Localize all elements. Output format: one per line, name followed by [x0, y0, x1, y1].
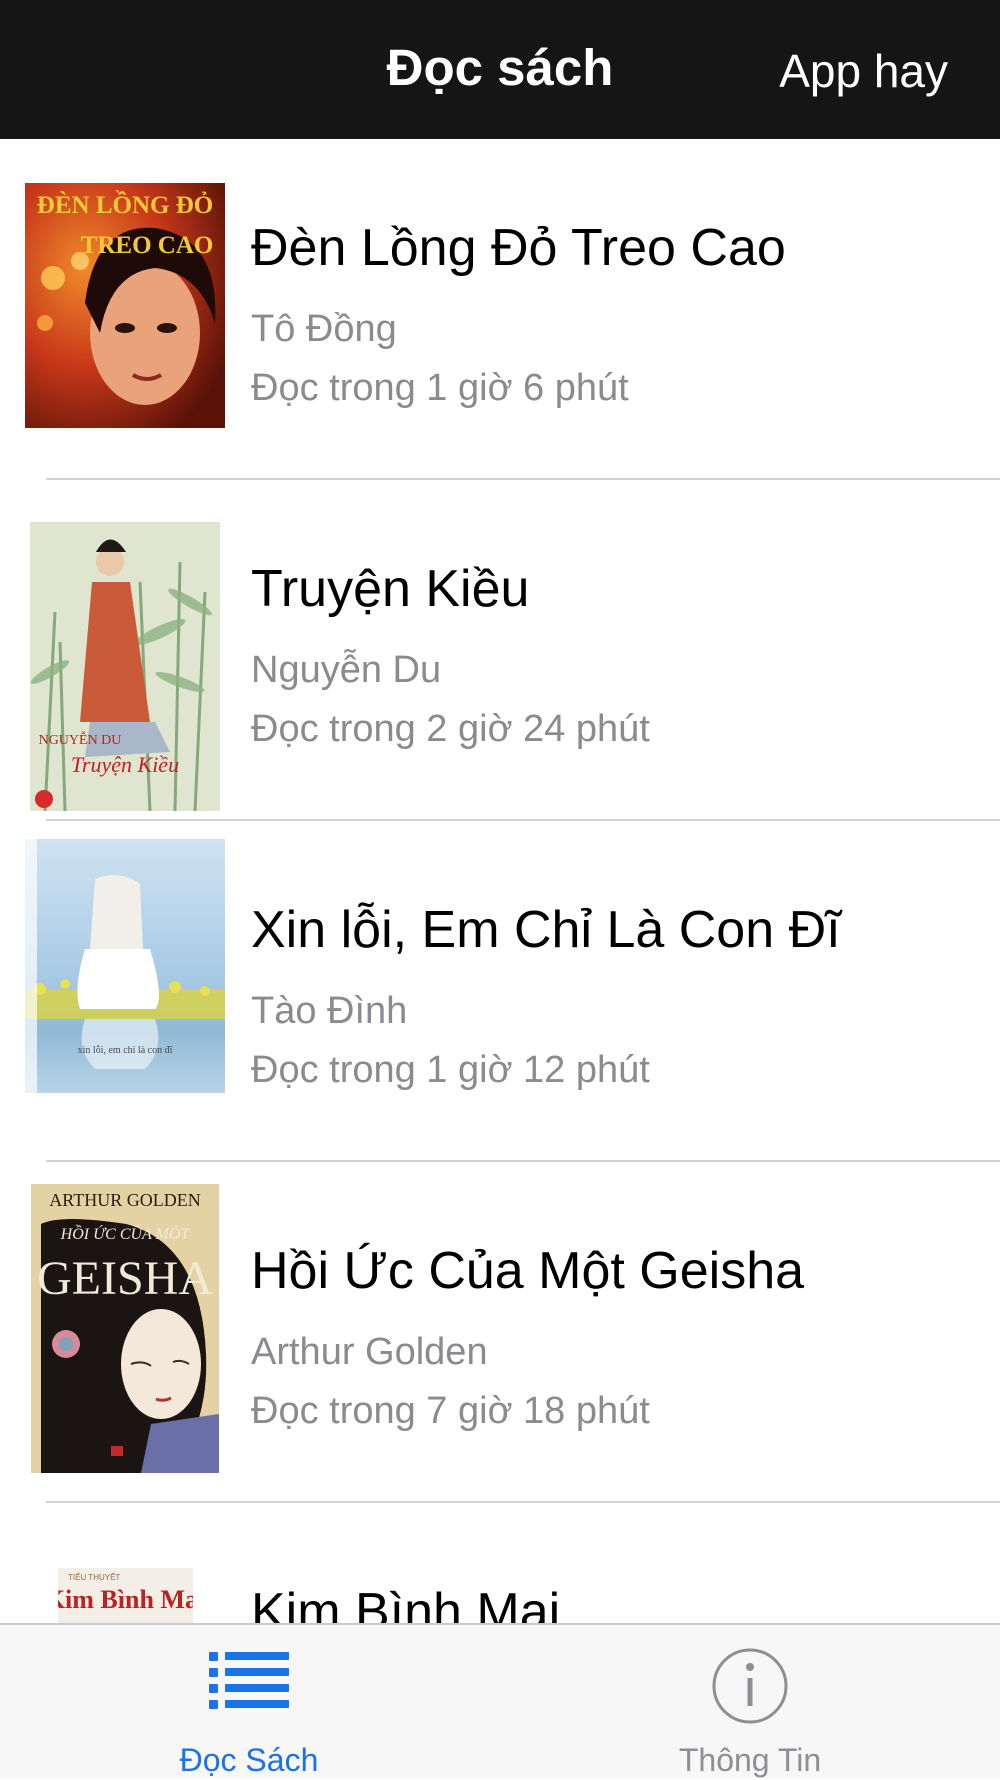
book-cover: NGUYỄN DU Truyện Kiều — [30, 522, 220, 811]
book-title: Xin lỗi, Em Chỉ Là Con Đĩ — [251, 901, 841, 959]
book-author: Nguyễn Du — [251, 649, 442, 691]
list-item[interactable]: ARTHUR GOLDEN HỒI ỨC CỦA MỘT GEISHA Hồi … — [0, 1162, 1000, 1503]
book-cover: ĐÈN LỒNG ĐỎ TREO CAO — [25, 183, 225, 428]
book-author: Arthur Golden — [251, 1331, 488, 1373]
list-item[interactable]: ĐÈN LỒNG ĐỎ TREO CAO Đèn Lồng Đỏ Treo Ca… — [0, 139, 1000, 480]
svg-text:NGUYỄN DU: NGUYỄN DU — [39, 730, 122, 748]
book-author: Tào Đình — [251, 990, 408, 1032]
tab-label: Đọc Sách — [179, 1742, 319, 1778]
tab-label: Thông Tin — [678, 1742, 822, 1778]
navigation-bar: Đọc sách App hay — [0, 0, 1000, 139]
book-cover: xin lỗi, em chỉ là con đĩ — [25, 839, 225, 1093]
svg-text:GEISHA: GEISHA — [37, 1252, 213, 1305]
list-item[interactable]: NGUYỄN DU Truyện Kiều Truyện Kiều Nguyễn… — [0, 480, 1000, 821]
book-read-time: Đọc trong 1 giờ 6 phút — [251, 367, 629, 409]
book-read-time: Đọc trong 1 giờ 12 phút — [251, 1049, 650, 1091]
book-cover: ARTHUR GOLDEN HỒI ỨC CỦA MỘT GEISHA — [31, 1184, 219, 1473]
tab-bar: Đọc Sách Thông Tin — [0, 1623, 1000, 1778]
kim-binh-mai-cover: TIỂU THUYẾT Kim Bình Mai — [58, 1568, 193, 1623]
list-icon — [99, 1645, 399, 1725]
svg-text:xin lỗi, em chỉ là con đĩ: xin lỗi, em chỉ là con đĩ — [78, 1045, 173, 1056]
svg-text:Truyện Kiều: Truyện Kiều — [71, 752, 179, 777]
book-author: Tô Đồng — [251, 308, 397, 350]
book-title: Đèn Lồng Đỏ Treo Cao — [251, 219, 786, 277]
svg-text:TREO CAO: TREO CAO — [81, 232, 214, 259]
tab-thong-tin[interactable]: Thông Tin — [600, 1625, 900, 1780]
list-item[interactable]: xin lỗi, em chỉ là con đĩ Xin lỗi, Em Ch… — [0, 821, 1000, 1162]
book-title: Kim Bình Mai — [251, 1583, 561, 1623]
svg-text:TIỂU THUYẾT: TIỂU THUYẾT — [68, 1572, 120, 1582]
cover-title-text: Kim Bình Mai — [58, 1585, 193, 1614]
book-title: Truyện Kiều — [251, 560, 530, 618]
svg-text:ĐÈN LỒNG ĐỎ: ĐÈN LỒNG ĐỎ — [37, 190, 213, 219]
svg-text:HỒI ỨC CỦA MỘT: HỒI ỨC CỦA MỘT — [60, 1223, 191, 1243]
tab-doc-sach[interactable]: Đọc Sách — [99, 1625, 399, 1780]
info-icon — [600, 1645, 900, 1725]
svg-text:ARTHUR GOLDEN: ARTHUR GOLDEN — [49, 1190, 200, 1210]
app-hay-button[interactable]: App hay — [779, 44, 948, 98]
book-read-time: Đọc trong 7 giờ 18 phút — [251, 1390, 650, 1432]
book-list[interactable]: ĐÈN LỒNG ĐỎ TREO CAO Đèn Lồng Đỏ Treo Ca… — [0, 139, 1000, 1623]
book-read-time: Đọc trong 2 giờ 24 phút — [251, 708, 650, 750]
book-title: Hồi Ức Của Một Geisha — [251, 1242, 805, 1300]
